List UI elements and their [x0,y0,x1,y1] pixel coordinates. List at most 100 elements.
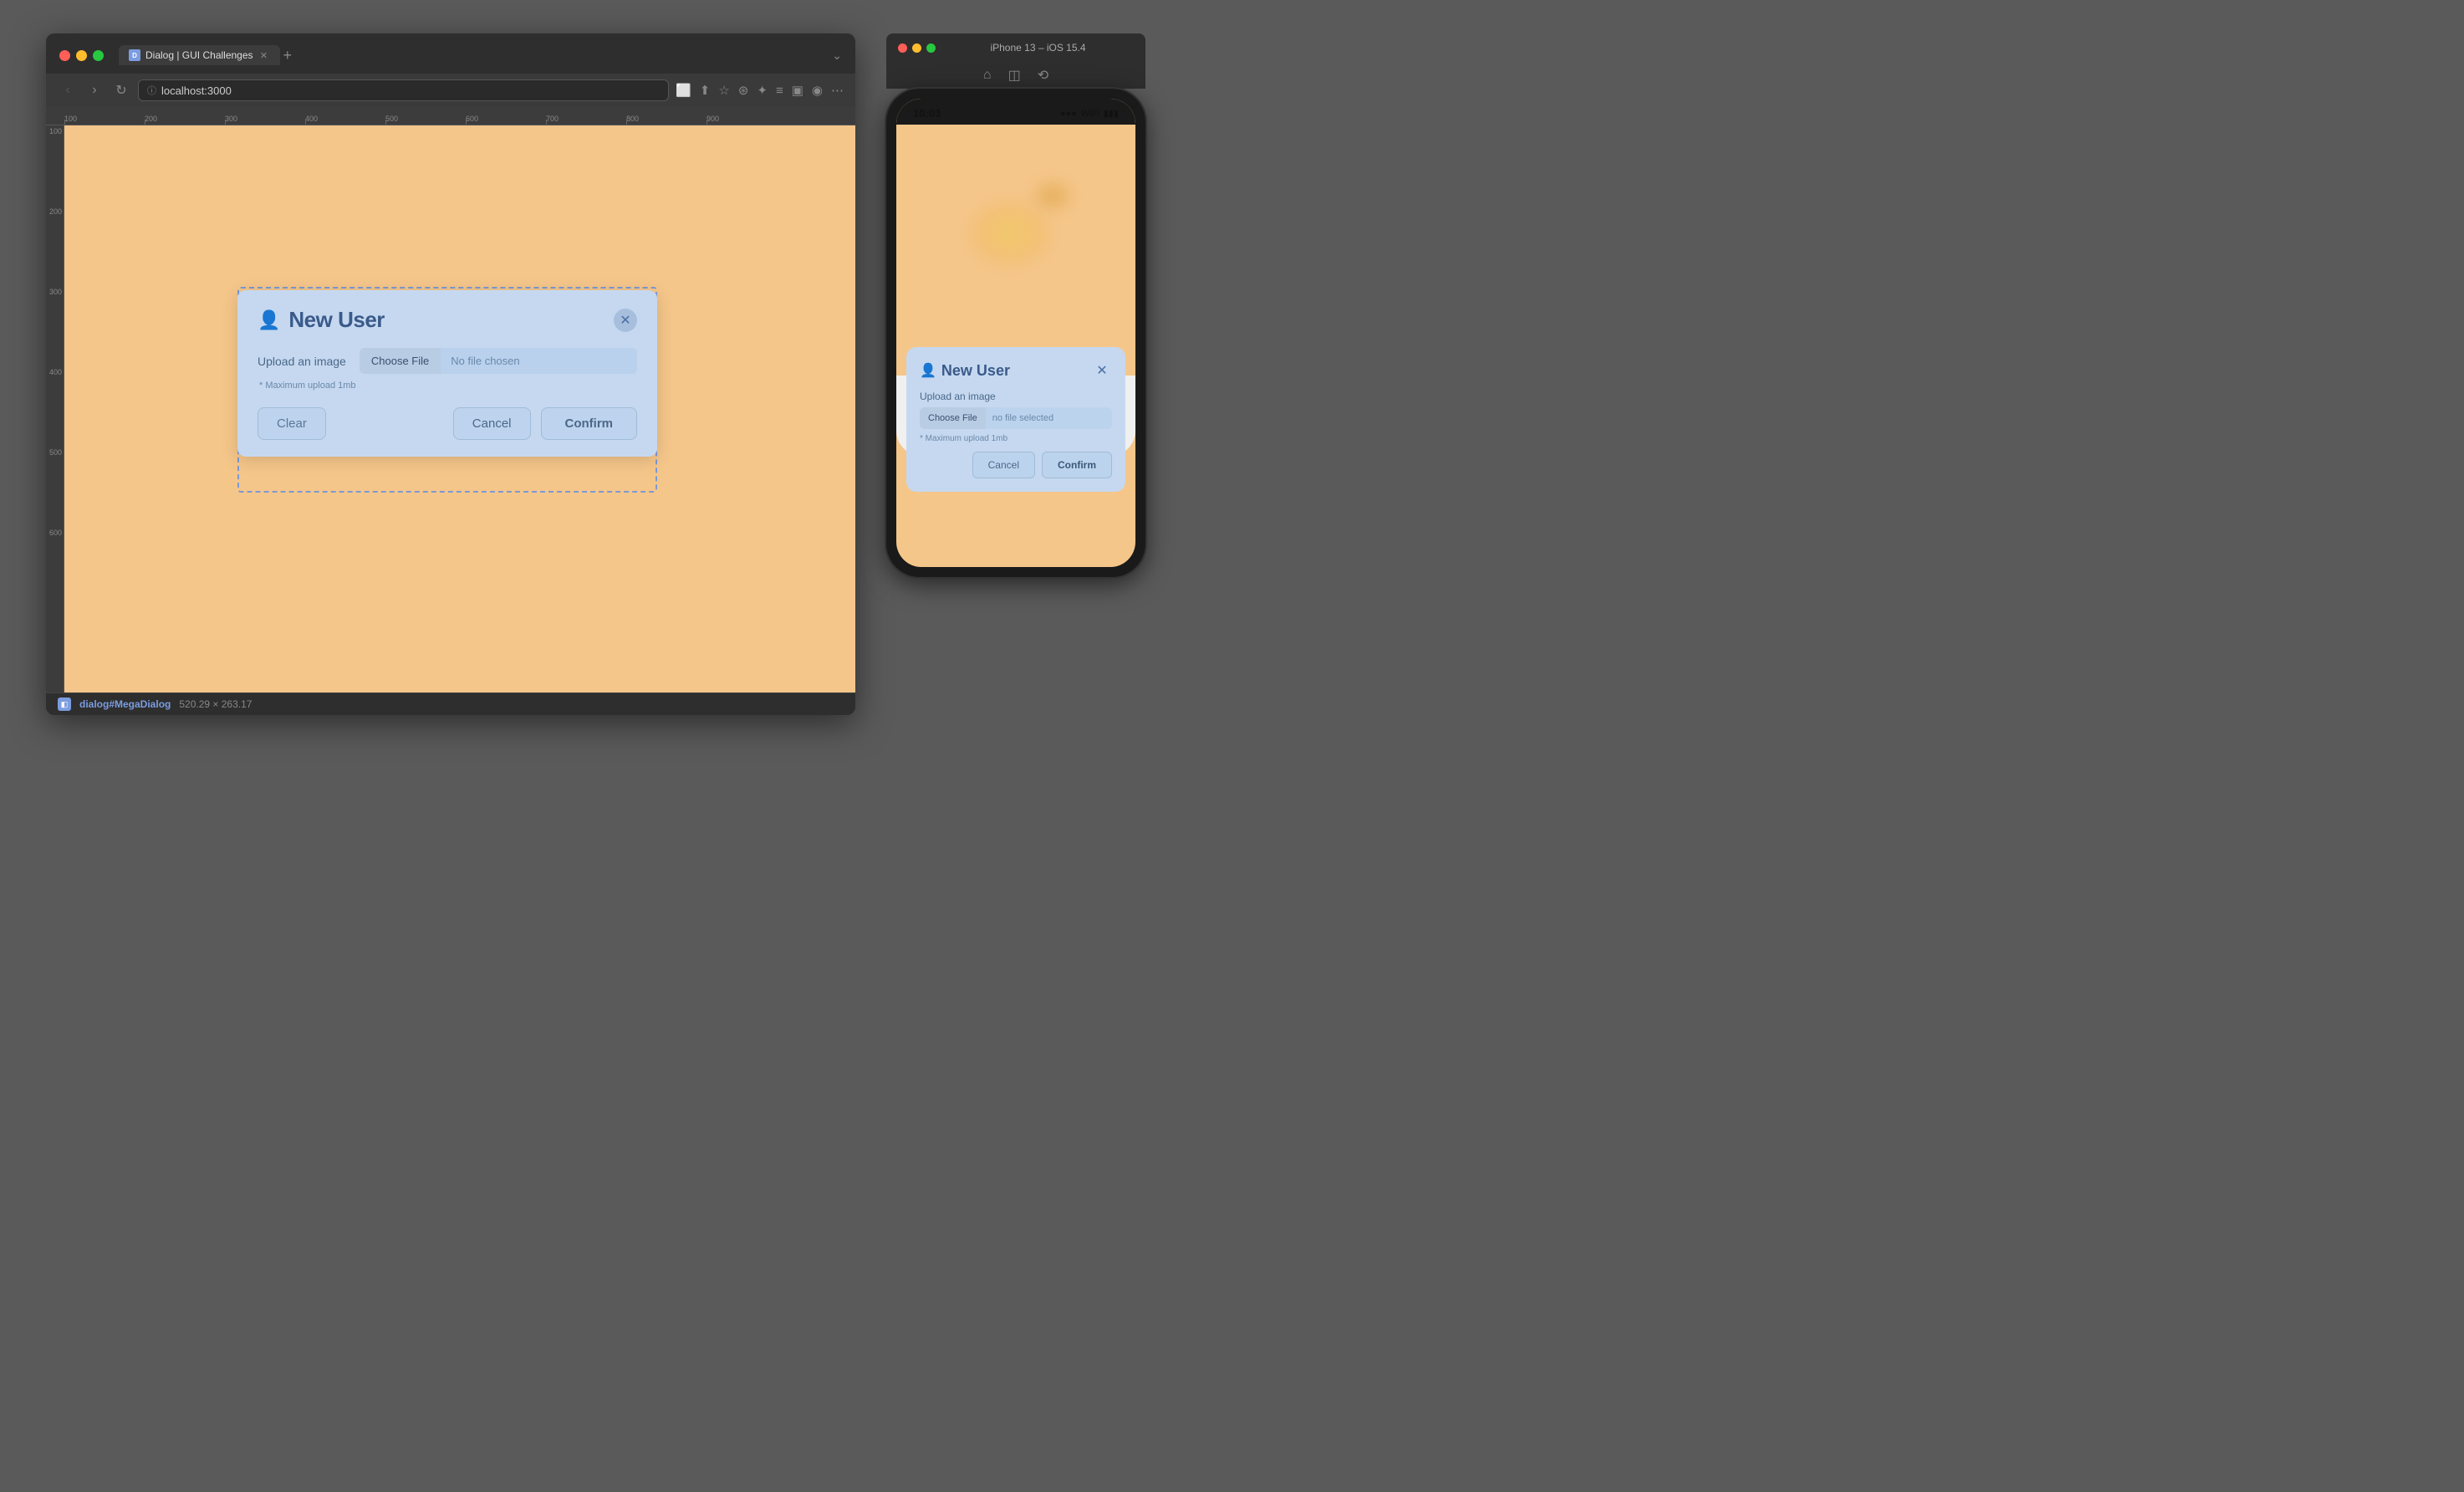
ruler-left: 100 200 300 400 500 600 [46,125,64,692]
iphone-title-bar: iPhone 13 – iOS 15.4 [886,33,1145,62]
mobile-upload-hint: * Maximum upload 1mb [920,434,1112,443]
dialog-close-button[interactable]: ✕ [614,309,637,332]
menu-icon[interactable]: ⋯ [831,83,844,98]
new-tab-button[interactable]: + [283,48,293,63]
close-button[interactable] [59,50,70,61]
clear-button[interactable]: Clear [258,407,326,440]
mobile-user-add-icon: 👤 [920,362,936,379]
reload-button[interactable]: ↻ [111,80,131,100]
active-tab[interactable]: D Dialog | GUI Challenges ✕ [119,45,280,65]
minimize-button[interactable] [76,50,87,61]
status-icon: ◧ [58,697,71,711]
tab-expand-button[interactable]: ⌄ [832,49,842,63]
iphone-simulator-title: iPhone 13 – iOS 15.4 [942,42,1134,54]
ruler-mark-500: 500 [385,115,466,125]
mobile-dialog-title: New User [941,362,1010,380]
upload-hint: * Maximum upload 1mb [259,381,637,391]
wifi-icon: WiFi [1081,109,1099,119]
mobile-choose-file-button[interactable]: Choose File [920,407,986,429]
extensions-icon[interactable]: ⊛ [738,83,749,98]
dialog-footer: Clear Cancel Confirm [258,407,637,440]
ruler-left-300: 300 [49,286,62,366]
mobile-dialog: 👤 New User ✕ Upload an image Choose File… [906,347,1125,492]
tab-bar: D Dialog | GUI Challenges ✕ + ⌄ [119,45,842,65]
lock-icon: ⓘ [147,84,156,97]
dialog-body: Upload an image Choose File No file chos… [258,348,637,391]
page-canvas: 👤 New User ✕ Upload an image Choose File… [64,125,855,692]
tab-favicon: D [129,49,140,61]
tab-title: Dialog | GUI Challenges [145,49,253,61]
mobile-dialog-close-button[interactable]: ✕ [1092,360,1112,381]
ruler-mark-200: 200 [145,115,225,125]
ruler-mark-800: 800 [626,115,707,125]
mobile-dialog-footer: Cancel Confirm [920,452,1112,478]
user-add-icon: 👤 [258,309,280,331]
content-row: 100 200 300 400 500 600 👤 New User [46,125,855,692]
mobile-confirm-button[interactable]: Confirm [1042,452,1112,478]
status-element-id: dialog#MegaDialog [79,698,171,710]
device-icon[interactable]: ▣ [792,83,803,98]
toolbar-actions: ⬜ ⬆ ☆ ⊛ ✦ ≡ ▣ ◉ ⋯ [676,83,844,98]
mobile-dialog-title-group: 👤 New User [920,362,1010,380]
ruler-left-200: 200 [49,206,62,286]
iphone-home-icon[interactable]: ⌂ [983,67,992,84]
back-button[interactable]: ‹ [58,80,78,100]
file-input-group: Choose File No file chosen [360,348,637,374]
ruler-marks: 100 200 300 400 500 600 700 800 900 [64,115,787,125]
fullscreen-button[interactable] [93,50,104,61]
ruler-mark-900: 900 [707,115,787,125]
ruler-left-400: 400 [49,366,62,447]
iphone-notch [978,99,1053,117]
iphone-screenshot-icon[interactable]: ◫ [1008,67,1021,84]
desktop-dialog: 👤 New User ✕ Upload an image Choose File… [237,290,657,457]
share-icon[interactable]: ⬆ [700,83,711,98]
tab-close-button[interactable]: ✕ [258,49,270,61]
ruler-left-600: 600 [49,527,62,607]
ruler-mark-600: 600 [466,115,546,125]
signal-icon: ●●● [1060,109,1077,119]
ruler-mark-300: 300 [225,115,305,125]
iphone-device: 10:03 ●●● WiFi ▮▮▮ 👤 New User [886,89,1145,577]
mobile-file-input-group: Choose File no file selected [920,407,1112,429]
iphone-traffic-lights [898,43,936,53]
iphone-tl-green[interactable] [926,43,936,53]
browser-content: 100 200 300 400 500 600 700 800 900 100 … [46,107,855,692]
open-tab-icon[interactable]: ⬜ [676,83,691,98]
profile-icon[interactable]: ◉ [812,83,823,98]
no-file-text: No file chosen [441,348,637,374]
iphone-rotate-icon[interactable]: ⟲ [1038,67,1048,84]
ruler-mark-700: 700 [546,115,626,125]
address-text: localhost:3000 [161,84,232,97]
puzzle-icon[interactable]: ✦ [757,83,768,98]
mobile-no-file-text: no file selected [986,407,1112,429]
forward-button[interactable]: › [84,80,105,100]
browser-window: D Dialog | GUI Challenges ✕ + ⌄ ‹ › ↻ ⓘ … [46,33,855,715]
background-blob-2 [1028,175,1078,217]
mobile-cancel-button[interactable]: Cancel [972,452,1035,478]
choose-file-button[interactable]: Choose File [360,348,441,374]
iphone-status-bar: 10:03 ●●● WiFi ▮▮▮ [896,99,1135,125]
dialog-title-group: 👤 New User [258,307,385,333]
cancel-button[interactable]: Cancel [453,407,531,440]
iphone-screen: 10:03 ●●● WiFi ▮▮▮ 👤 New User [896,99,1135,567]
browser-statusbar: ◧ dialog#MegaDialog 520.29 × 263.17 [46,692,855,715]
iphone-device-area: iPhone 13 – iOS 15.4 ⌂ ◫ ⟲ 10:03 ●●● WiF… [886,33,1145,577]
upload-row: Upload an image Choose File No file chos… [258,348,637,374]
ruler-mark-400: 400 [305,115,385,125]
dialog-header: 👤 New User ✕ [258,307,637,333]
mobile-dialog-header: 👤 New User ✕ [920,360,1112,381]
iphone-tl-yellow[interactable] [912,43,921,53]
bookmark-icon[interactable]: ☆ [718,83,729,98]
dialog-title: New User [288,307,385,333]
iphone-status-icons: ●●● WiFi ▮▮▮ [1060,108,1119,119]
address-bar[interactable]: ⓘ localhost:3000 [138,79,669,101]
ruler-mark-100: 100 [64,115,145,125]
battery-icon: ▮▮▮ [1104,108,1119,119]
ruler-left-100: 100 [49,125,62,206]
status-dimensions: 520.29 × 263.17 [179,698,252,710]
iphone-tl-red[interactable] [898,43,907,53]
ruler-left-500: 500 [49,447,62,527]
mobile-upload-label: Upload an image [920,391,1112,402]
confirm-button[interactable]: Confirm [541,407,638,440]
list-icon[interactable]: ≡ [776,83,783,98]
